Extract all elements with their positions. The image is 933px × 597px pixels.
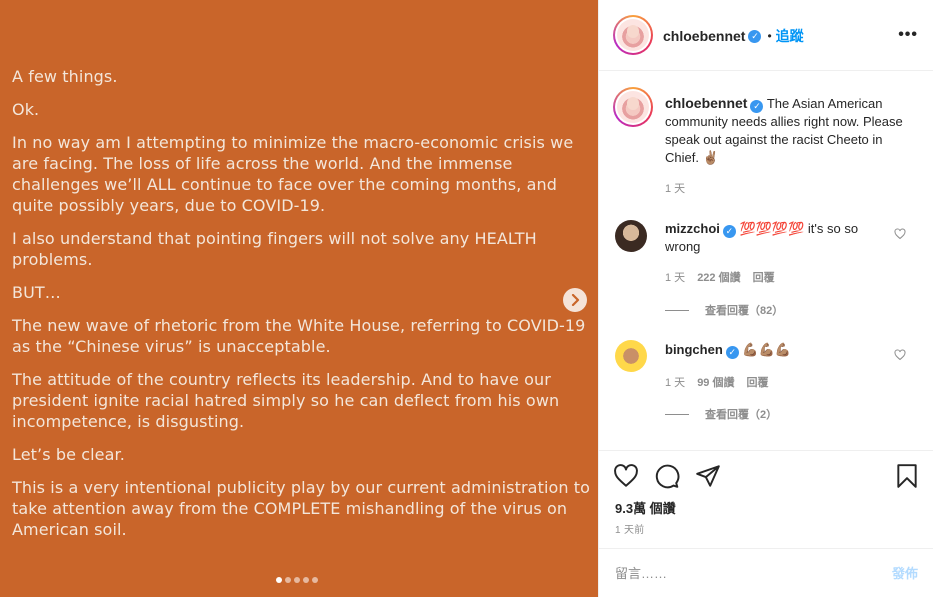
- share-plane-icon[interactable]: [695, 463, 721, 489]
- carousel-dot: [285, 577, 291, 583]
- chevron-right-icon: [571, 294, 580, 306]
- post-paragraph: Ok.: [12, 100, 40, 119]
- comment-likes[interactable]: 99 個讚: [697, 374, 734, 390]
- comment-username[interactable]: bingchen: [665, 342, 723, 357]
- comment-item: mizzchoi ✓ 💯💯💯💯 it's so so wrong: [665, 220, 890, 256]
- reply-button[interactable]: 回覆: [746, 374, 768, 390]
- like-heart-icon[interactable]: [613, 463, 639, 489]
- caption-time: 1 天: [665, 183, 686, 195]
- post-paragraph: The attitude of the country reflects its…: [12, 370, 560, 431]
- more-dots-icon[interactable]: •••: [898, 26, 918, 44]
- comment-time: 1 天: [665, 272, 686, 284]
- comment-time: 1 天: [665, 377, 686, 389]
- caption-username[interactable]: chloebennet: [665, 95, 747, 111]
- view-replies-label: 查看回覆（82）: [705, 305, 784, 317]
- post-paragraph: I also understand that pointing fingers …: [12, 229, 537, 269]
- post-timestamp: 1 天前: [615, 525, 645, 536]
- comment-username[interactable]: mizzchoi: [665, 221, 720, 236]
- reply-button[interactable]: 回覆: [753, 269, 775, 285]
- post-paragraph: BUT…: [12, 283, 61, 302]
- comment-likes[interactable]: 222 個讚: [697, 269, 740, 285]
- likes-count[interactable]: 9.3萬 個讚: [615, 498, 676, 517]
- post-actions: 9.3萬 個讚 1 天前: [599, 450, 933, 548]
- post-paragraph: The new wave of rhetoric from the White …: [12, 316, 586, 356]
- carousel-dot: [276, 577, 282, 583]
- comments-list[interactable]: chloebennet ✓ The Asian American communit…: [599, 72, 933, 450]
- post-paragraph: In no way am I attempting to minimize th…: [12, 133, 574, 215]
- comment-bubble-icon[interactable]: [654, 463, 680, 489]
- post-paragraph: This is a very intentional publicity pla…: [12, 478, 591, 539]
- comment-meta: 1 天 99 個讚 回覆: [665, 374, 768, 390]
- post-paragraph: Let’s be clear.: [12, 445, 125, 464]
- caption-avatar[interactable]: [613, 87, 653, 127]
- author-avatar[interactable]: [613, 15, 653, 55]
- carousel-dot: [294, 577, 300, 583]
- comment-like-heart-icon[interactable]: [894, 228, 906, 240]
- caption: chloebennet ✓ The Asian American communit…: [665, 94, 905, 167]
- verified-badge-icon: ✓: [725, 346, 739, 359]
- view-replies-button[interactable]: 查看回覆（2）: [665, 406, 777, 422]
- post-image[interactable]: A few things. Ok. In no way am I attempt…: [0, 0, 598, 597]
- verified-badge-icon: ✓: [750, 100, 764, 113]
- post-image-text: A few things. Ok. In no way am I attempt…: [12, 66, 597, 552]
- carousel-indicator: [276, 577, 318, 583]
- carousel-dot: [303, 577, 309, 583]
- view-replies-label: 查看回覆（2）: [705, 409, 778, 421]
- add-comment-area: 發佈: [599, 548, 933, 597]
- verified-badge-icon: ✓: [722, 225, 736, 238]
- verified-badge-icon: ✓: [748, 29, 762, 43]
- post-comment-button[interactable]: 發佈: [892, 563, 918, 582]
- follow-button[interactable]: 追蹤: [776, 26, 804, 46]
- view-replies-button[interactable]: 查看回覆（82）: [665, 302, 783, 318]
- comment-avatar[interactable]: [615, 340, 647, 372]
- comment-meta: 1 天 222 個讚 回覆: [665, 269, 775, 285]
- author-username[interactable]: chloebennet: [663, 28, 745, 44]
- post-header: chloebennet ✓ • 追蹤 •••: [599, 0, 933, 71]
- post-paragraph: A few things.: [12, 67, 118, 86]
- comment-like-heart-icon[interactable]: [894, 349, 906, 361]
- comment-avatar[interactable]: [615, 220, 647, 252]
- comment-item: bingchen ✓ 💪🏽💪🏽💪🏽: [665, 341, 890, 359]
- post-sidebar: chloebennet ✓ • 追蹤 ••• chloebennet ✓ The …: [598, 0, 933, 597]
- separator-dot: •: [767, 29, 772, 43]
- carousel-next-button[interactable]: [563, 288, 587, 312]
- comment-text: 💪🏽💪🏽💪🏽: [742, 342, 791, 357]
- carousel-dot: [312, 577, 318, 583]
- save-bookmark-icon[interactable]: [894, 463, 920, 489]
- comment-input[interactable]: [615, 563, 855, 583]
